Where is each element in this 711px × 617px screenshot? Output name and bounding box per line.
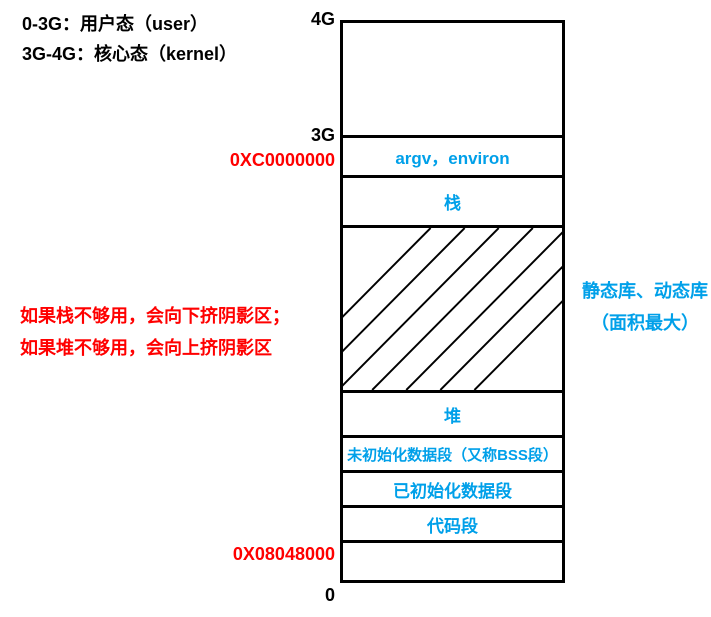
hatch-icon [343,228,562,390]
note-left-line2: 如果堆不够用，会向上挤阴影区 [20,338,272,358]
note-stack-heap: 如果栈不够用，会向下挤阴影区； 如果堆不够用，会向上挤阴影区 [20,300,330,365]
seg-libs [343,228,562,393]
note-left-line1: 如果栈不够用，会向下挤阴影区； [20,306,290,326]
seg-kernel [343,23,562,138]
seg-stack: 栈 [343,178,562,228]
addr-3g-hex: 0XC0000000 [185,150,335,171]
seg-bss: 未初始化数据段（又称BSS段） [343,438,562,473]
note-libs: 静态库、动态库 （面积最大） [575,275,711,340]
note-right-line2: （面积最大） [591,313,699,333]
seg-heap: 堆 [343,393,562,438]
addr-0: 0 [245,585,335,606]
seg-text: 代码段 [343,508,562,543]
addr-code-hex: 0X08048000 [185,544,335,565]
addr-3g: 3G [245,125,335,146]
seg-argv: argv，environ [343,138,562,178]
legend-user: 0-3G：用户态（user） [22,10,208,36]
legend-kernel: 3G-4G：核心态（kernel） [22,40,237,66]
addr-4g: 4G [245,9,335,30]
note-right-line1: 静态库、动态库 [582,281,708,301]
seg-data: 已初始化数据段 [343,473,562,508]
memory-layout: argv，environ 栈 堆 未初始化数据段（又称BSS段） 已初始化数据段… [340,20,565,583]
seg-reserved [343,543,562,583]
